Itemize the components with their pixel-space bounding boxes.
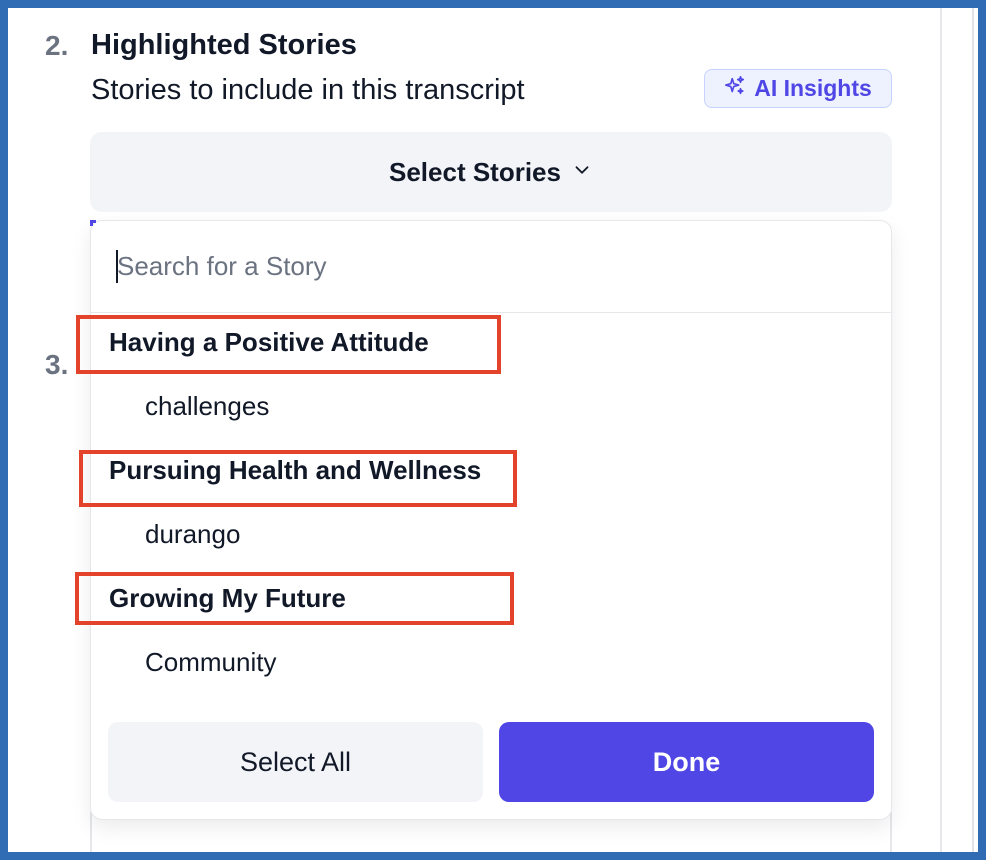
- ai-insights-label: AI Insights: [754, 75, 872, 101]
- done-button[interactable]: Done: [499, 722, 874, 802]
- chevron-down-icon: [571, 157, 593, 188]
- story-option[interactable]: durango: [145, 519, 240, 550]
- select-stories-label: Select Stories: [389, 156, 561, 187]
- story-option[interactable]: Growing My Future: [109, 583, 346, 614]
- ai-insights-button[interactable]: AI Insights: [704, 69, 892, 108]
- right-scroll-rail: [940, 8, 978, 852]
- story-option[interactable]: Pursuing Health and Wellness: [109, 455, 481, 486]
- story-option[interactable]: Community: [145, 647, 276, 678]
- text-caret: [116, 250, 118, 283]
- story-option[interactable]: challenges: [145, 391, 269, 422]
- step-number: 2.: [45, 30, 69, 61]
- story-option[interactable]: Having a Positive Attitude: [109, 327, 429, 358]
- section-title: Highlighted Stories: [91, 29, 357, 61]
- story-search-input[interactable]: [91, 221, 891, 313]
- step-number: 3.: [45, 349, 69, 380]
- focus-indicator: [90, 220, 96, 226]
- select-all-button[interactable]: Select All: [108, 722, 483, 802]
- section-subtitle: Stories to include in this transcript: [91, 74, 525, 106]
- select-stories-dropdown[interactable]: Select Stories: [90, 132, 892, 212]
- sparkles-icon: [724, 75, 746, 103]
